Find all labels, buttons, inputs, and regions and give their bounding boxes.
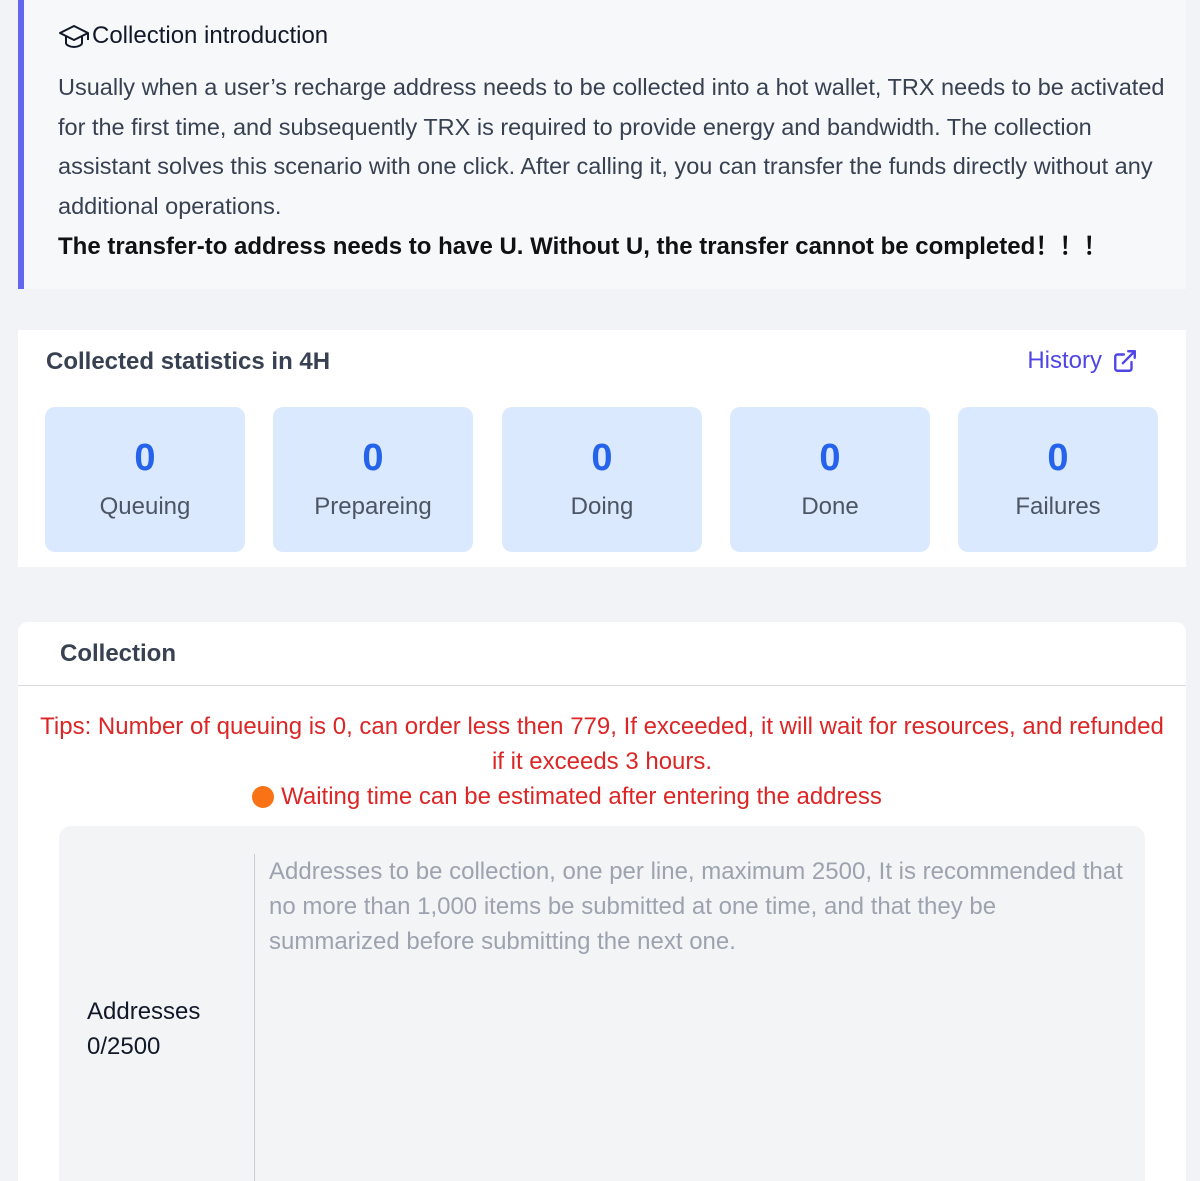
stat-label: Doing: [570, 493, 634, 520]
intro-title: Collection introduction: [92, 22, 329, 49]
stat-label: Queuing: [99, 493, 191, 520]
stat-card-doing: 0 Doing: [502, 407, 702, 552]
stat-card-failures: 0 Failures: [958, 407, 1158, 552]
stat-value: 0: [819, 437, 841, 479]
collected-statistics-panel: Collected statistics in 4H History 0 Que…: [18, 330, 1186, 567]
stat-card-queuing: 0 Queuing: [45, 407, 245, 552]
history-label: History: [1027, 347, 1102, 374]
stats-title: Collected statistics in 4H: [46, 348, 331, 375]
addresses-label: Addresses 0/2500: [87, 994, 200, 1064]
waiting-time-text: Waiting time can be estimated after ente…: [281, 783, 882, 810]
stat-value: 0: [591, 437, 613, 479]
stat-card-done: 0 Done: [730, 407, 930, 552]
stat-card-preparing: 0 Prepareing: [273, 407, 473, 552]
intro-heading: Collection introduction: [58, 22, 328, 50]
graduation-cap-icon: [59, 25, 89, 48]
intro-warning: The transfer-to address needs to have U.…: [58, 233, 1108, 260]
queuing-tips: Tips: Number of queuing is 0, can order …: [40, 713, 1164, 775]
addresses-label-text: Addresses: [87, 998, 201, 1025]
status-dot-icon: [252, 785, 275, 808]
stat-label: Prepareing: [314, 493, 432, 520]
stat-label: Done: [801, 493, 859, 520]
collection-intro-panel: Collection introduction Usually when a u…: [18, 0, 1186, 289]
collection-header: Collection: [18, 622, 1186, 686]
stat-value: 0: [134, 437, 156, 479]
collection-card: Collection Tips: Number of queuing is 0,…: [18, 622, 1186, 1181]
waiting-time-notice: Waiting time can be estimated after ente…: [18, 779, 1186, 814]
stat-label: Failures: [1015, 493, 1101, 520]
history-link[interactable]: History: [1027, 347, 1138, 375]
addresses-form: Addresses 0/2500: [59, 826, 1145, 1181]
stat-value: 0: [1047, 437, 1069, 479]
addresses-textarea[interactable]: [254, 854, 1124, 1181]
intro-description: Usually when a user’s recharge address n…: [58, 74, 1165, 219]
collection-title: Collection: [60, 640, 177, 667]
addresses-count: 0/2500: [87, 1033, 161, 1060]
external-link-icon: [1114, 350, 1136, 372]
stat-value: 0: [362, 437, 384, 479]
